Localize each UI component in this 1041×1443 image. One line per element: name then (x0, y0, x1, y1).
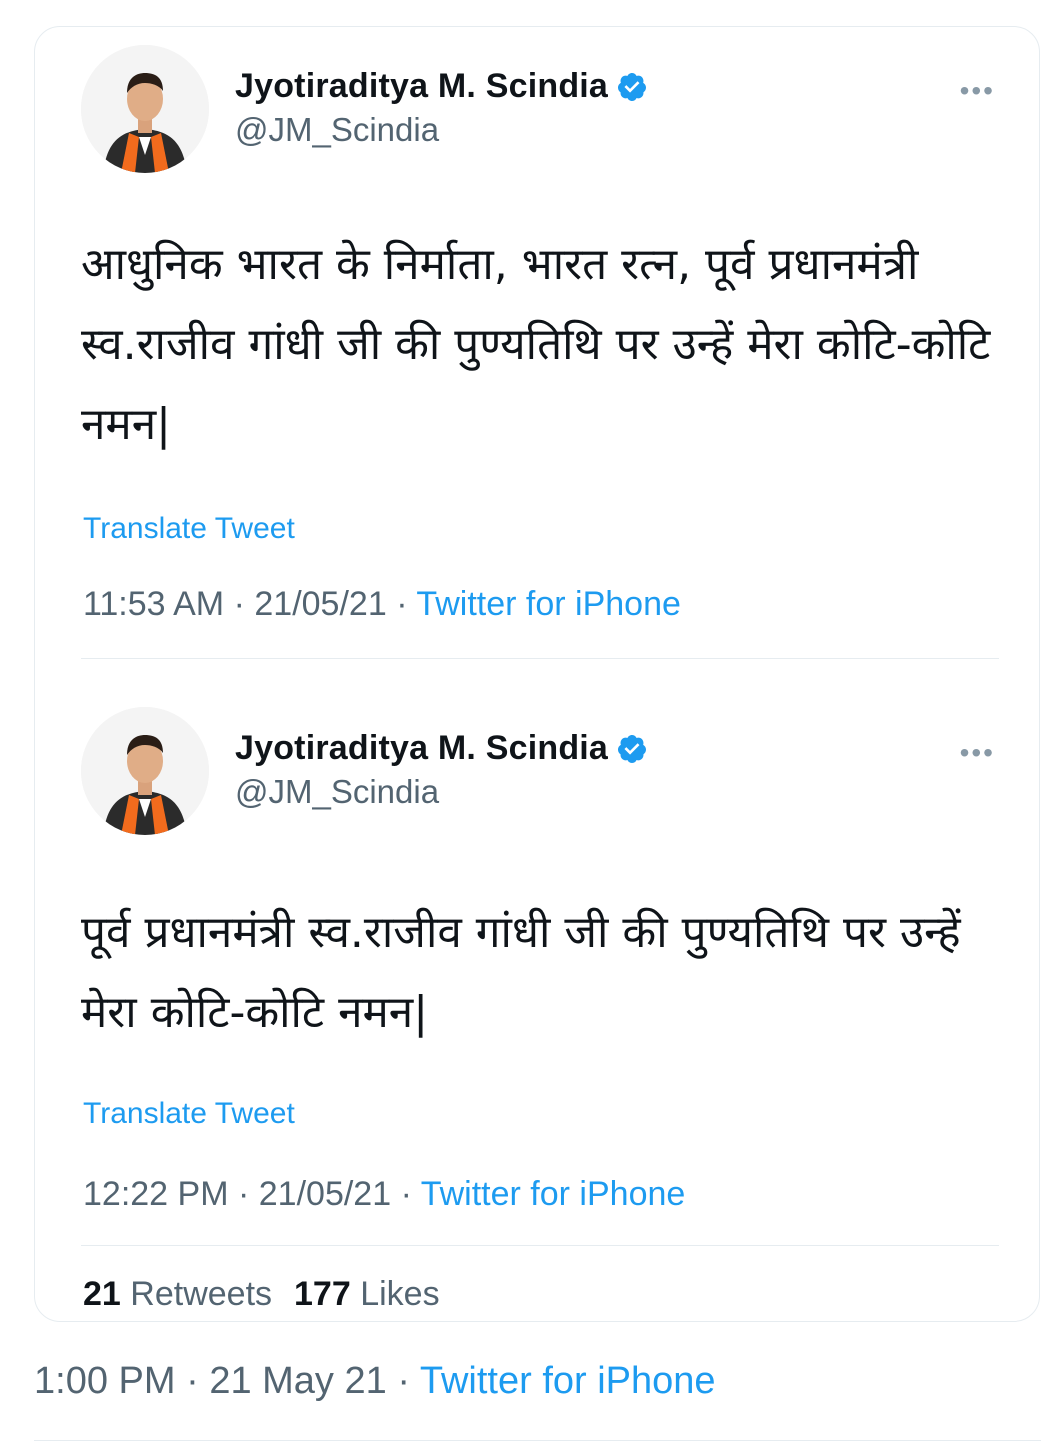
translate-tweet-link[interactable]: Translate Tweet (83, 512, 295, 546)
retweets-count: 21 (83, 1275, 121, 1313)
outer-tweet-meta: 1:00 PM · 21 May 21 · Twitter for iPhone (34, 1360, 716, 1403)
likes-stat[interactable]: 177 Likes (294, 1275, 440, 1313)
outer-time[interactable]: 1:00 PM (34, 1360, 176, 1402)
separator-dot: · (186, 1360, 210, 1402)
separator-dot: · (396, 585, 417, 623)
verified-badge-icon (618, 734, 647, 763)
verified-badge-icon (618, 72, 647, 101)
avatar[interactable] (81, 707, 209, 835)
tweet-date[interactable]: 21/05/21 (254, 585, 386, 623)
author-handle[interactable]: @JM_Scindia (235, 773, 439, 811)
tweet-meta: 11:53 AM · 21/05/21 · Twitter for iPhone (83, 585, 681, 624)
tweet-source-link[interactable]: Twitter for iPhone (421, 1175, 686, 1213)
retweets-label: Retweets (130, 1275, 273, 1313)
separator-dot: · (233, 585, 255, 623)
retweets-stat[interactable]: 21 Retweets (83, 1275, 272, 1313)
tweet-text: आधुनिक भारत के निर्माता, भारत रत्न, पूर्… (81, 239, 991, 450)
separator-dot: · (397, 1360, 420, 1402)
translate-tweet-link[interactable]: Translate Tweet (83, 1097, 295, 1131)
tweet-text: पूर्व प्रधानमंत्री स्व.राजीव गांधी जी की… (81, 907, 961, 1038)
separator-dot: · (237, 1175, 259, 1213)
more-icon[interactable]: ••• (960, 739, 995, 767)
likes-label: Likes (360, 1275, 440, 1313)
likes-count: 177 (294, 1275, 351, 1313)
tweet-time[interactable]: 12:22 PM (83, 1175, 229, 1213)
engagement-stats: 21 Retweets 177 Likes (83, 1275, 440, 1314)
tweet-time[interactable]: 11:53 AM (83, 585, 224, 623)
more-icon[interactable]: ••• (960, 77, 995, 105)
outer-source-link[interactable]: Twitter for iPhone (420, 1360, 716, 1402)
divider (81, 658, 999, 659)
separator-dot: · (400, 1175, 421, 1213)
author-name[interactable]: Jyotiraditya M. Scindia (235, 729, 608, 768)
divider (34, 1440, 1041, 1441)
tweet-date[interactable]: 21/05/21 (259, 1175, 391, 1213)
tweet-meta: 12:22 PM · 21/05/21 · Twitter for iPhone (83, 1175, 685, 1214)
author-handle[interactable]: @JM_Scindia (235, 111, 439, 149)
tweet-source-link[interactable]: Twitter for iPhone (416, 585, 681, 623)
author-name[interactable]: Jyotiraditya M. Scindia (235, 67, 608, 106)
outer-date[interactable]: 21 May 21 (209, 1360, 386, 1402)
quoted-tweet-card[interactable]: Jyotiraditya M. Scindia @JM_Scindia ••• … (34, 26, 1040, 1322)
divider (81, 1245, 999, 1246)
avatar[interactable] (81, 45, 209, 173)
